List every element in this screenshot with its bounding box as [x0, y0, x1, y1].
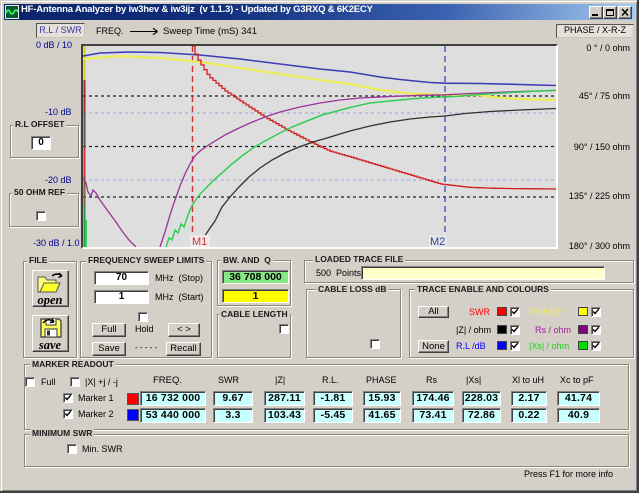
- svg-text:M2: M2: [430, 236, 445, 247]
- svg-text:M1: M1: [192, 236, 207, 247]
